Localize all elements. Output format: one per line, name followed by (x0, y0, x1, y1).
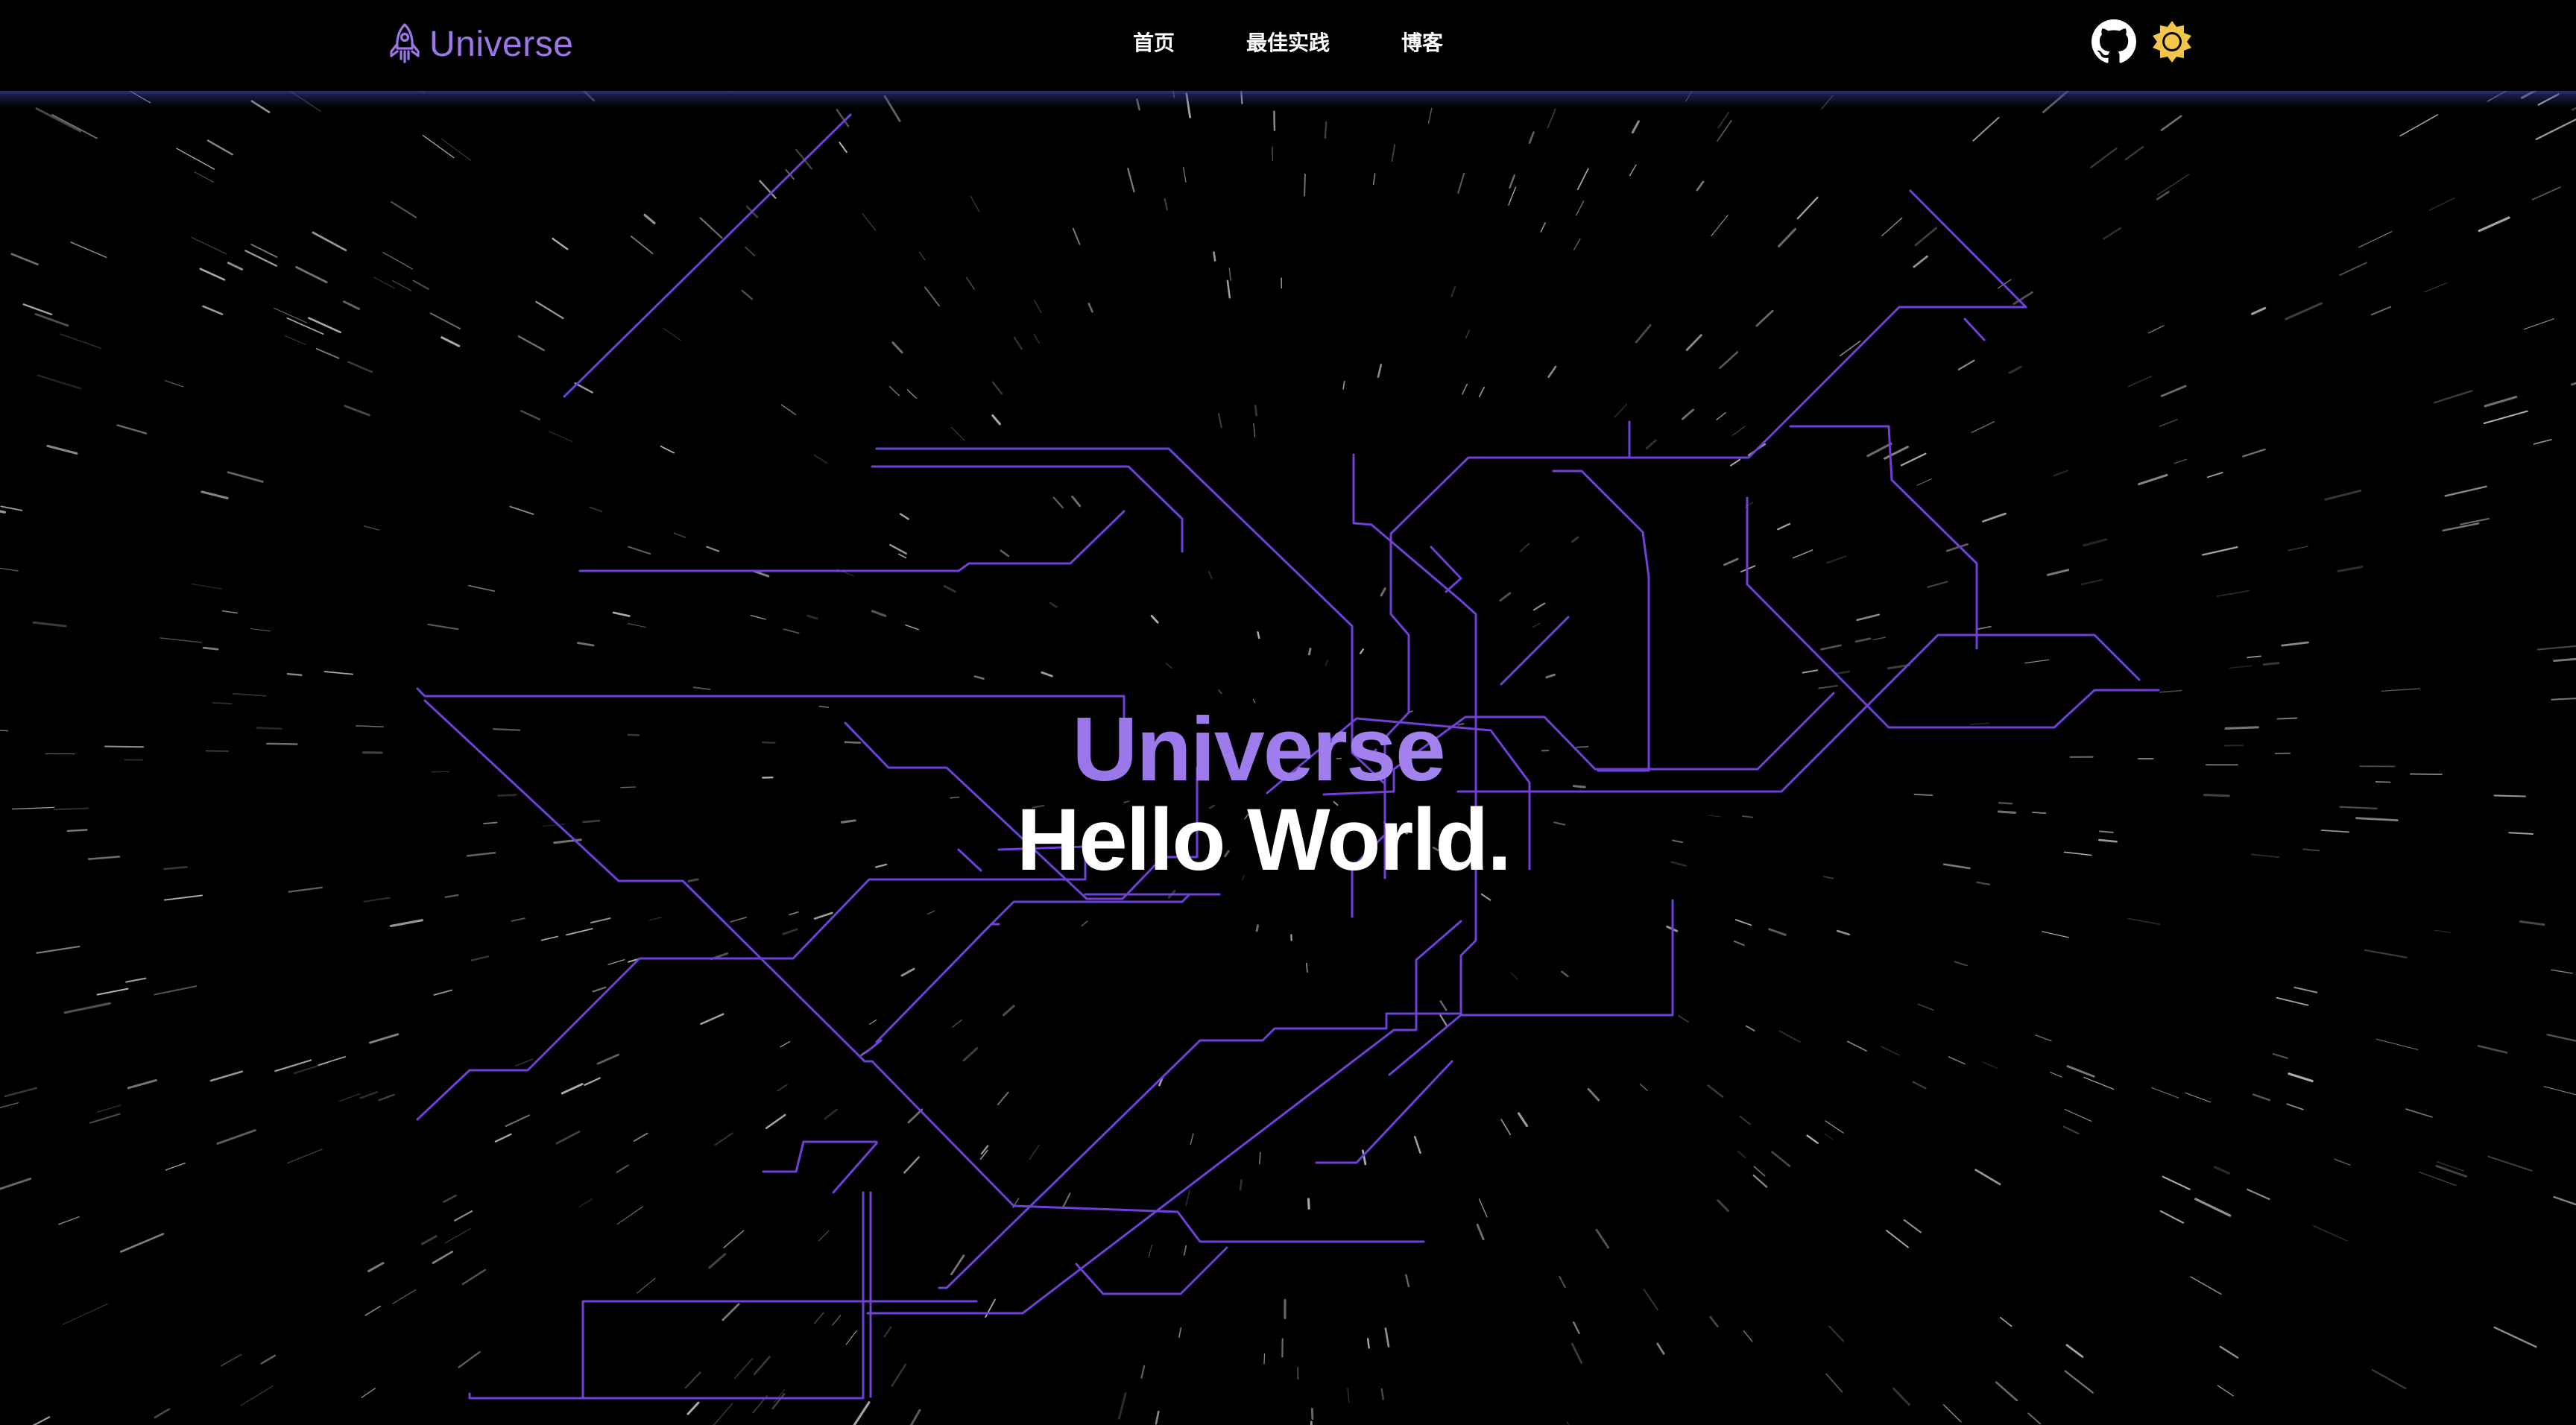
page: Universe 首页 最佳实践 博客 Universe Hello World… (0, 0, 2576, 1425)
hero-title: Universe (0, 701, 2546, 797)
github-link[interactable] (2092, 19, 2136, 64)
nav-item-best-practices[interactable]: 最佳实践 (1246, 27, 1330, 57)
sun-icon (2153, 21, 2191, 63)
hero-subtitle: Hello World. (1016, 791, 1512, 889)
github-icon (2092, 19, 2136, 63)
nav-item-blog[interactable]: 博客 (1401, 27, 1443, 57)
hero-section: Universe Hello World. (0, 701, 2576, 894)
nav-item-home[interactable]: 首页 (1133, 27, 1175, 57)
site-header: Universe 首页 最佳实践 博客 (0, 0, 2576, 91)
theme-toggle-button[interactable] (2150, 19, 2194, 64)
